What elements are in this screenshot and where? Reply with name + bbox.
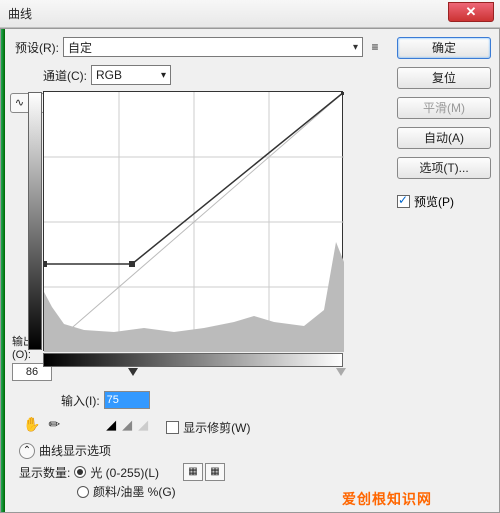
grid-detail-icon[interactable]: ▦ (205, 463, 225, 481)
watermark: 爱创根知识网 (342, 489, 432, 509)
input-slider-white[interactable] (336, 368, 346, 376)
show-clipping-row: 显示修剪(W) (166, 419, 250, 436)
grid-simple-icon[interactable]: ▦ (183, 463, 203, 481)
disclosure-label: 曲线显示选项 (39, 442, 111, 459)
vertical-gradient (28, 92, 42, 350)
curve-area: ∿ ✎ 输出(O): 86 (15, 91, 383, 381)
show-clipping-label: 显示修剪(W) (183, 419, 250, 436)
disclosure-icon[interactable]: ⌃ (19, 443, 35, 459)
channel-value: RGB (96, 68, 122, 82)
main-column: 预设(R): 自定 ≡ 通道(C): RGB ∿ ✎ 输出(O): (5, 29, 389, 512)
preview-row: 预览(P) (397, 193, 491, 210)
input-label: 输入(I): (61, 392, 100, 409)
smooth-button[interactable]: 平滑(M) (397, 97, 491, 119)
curve-tool-icon[interactable]: ∿ (13, 96, 27, 110)
auto-button[interactable]: 自动(A) (397, 127, 491, 149)
display-options-header: ⌃ 曲线显示选项 (19, 442, 383, 459)
curve-graph[interactable] (43, 91, 343, 351)
curve-point-mid[interactable] (129, 261, 135, 267)
preset-value: 自定 (68, 39, 92, 56)
hand-icon[interactable]: ✋ (23, 416, 40, 433)
reset-button[interactable]: 复位 (397, 67, 491, 89)
eyedropper-black-icon[interactable]: ◢ (106, 417, 116, 433)
eyedropper-gray-icon[interactable]: ◢ (122, 417, 132, 433)
radio-light-label: 光 (0-255)(L) (90, 464, 159, 481)
channel-label: 通道(C): (43, 67, 87, 84)
radio-pigment[interactable] (77, 486, 89, 498)
preset-select[interactable]: 自定 (63, 37, 363, 57)
preset-label: 预设(R): (15, 39, 59, 56)
display-amount-row: 显示数量: 光 (0-255)(L) ▦ ▦ (19, 463, 383, 481)
close-button[interactable]: ✕ (448, 2, 494, 22)
titlebar: 曲线 ✕ (0, 0, 500, 28)
dialog-title: 曲线 (8, 5, 32, 22)
preset-row: 预设(R): 自定 ≡ (15, 37, 383, 57)
radio-pigment-label: 颜料/油墨 %(G) (93, 483, 176, 500)
curve-svg[interactable] (44, 92, 344, 352)
eyedropper-white-icon[interactable]: ◢ (138, 417, 148, 433)
channel-select[interactable]: RGB (91, 65, 171, 85)
options-button[interactable]: 选项(T)... (397, 157, 491, 179)
grid-density-icons: ▦ ▦ (183, 463, 225, 481)
channel-row: 通道(C): RGB (43, 65, 383, 85)
input-row: 输入(I): 75 (61, 391, 383, 409)
side-column: 确定 复位 平滑(M) 自动(A) 选项(T)... 预览(P) (389, 29, 499, 512)
radio-light[interactable] (74, 466, 86, 478)
sampler-row: ✋ ✏ ◢ ◢ ◢ 显示修剪(W) (23, 413, 383, 436)
show-clipping-checkbox[interactable] (166, 421, 179, 434)
input-value[interactable]: 75 (104, 391, 150, 409)
preview-label: 预览(P) (414, 193, 454, 210)
preset-menu-icon[interactable]: ≡ (367, 39, 383, 55)
curve-point-end[interactable] (341, 92, 344, 95)
eyedropper-group: ◢ ◢ ◢ (106, 417, 148, 433)
preview-checkbox[interactable] (397, 195, 410, 208)
display-amount-label: 显示数量: (19, 464, 70, 481)
graph-column (39, 91, 383, 381)
horizontal-gradient (43, 353, 343, 367)
curve-point-start[interactable] (44, 261, 47, 267)
radio-pigment-row: 颜料/油墨 %(G) (77, 483, 383, 500)
ok-button[interactable]: 确定 (397, 37, 491, 59)
input-slider-black[interactable] (128, 368, 138, 376)
draw-icon[interactable]: ✏ (48, 416, 60, 433)
dialog-body: 预设(R): 自定 ≡ 通道(C): RGB ∿ ✎ 输出(O): (0, 28, 500, 513)
display-amount-group: 显示数量: 光 (0-255)(L) ▦ ▦ 颜料/油墨 %(G) (19, 463, 383, 500)
